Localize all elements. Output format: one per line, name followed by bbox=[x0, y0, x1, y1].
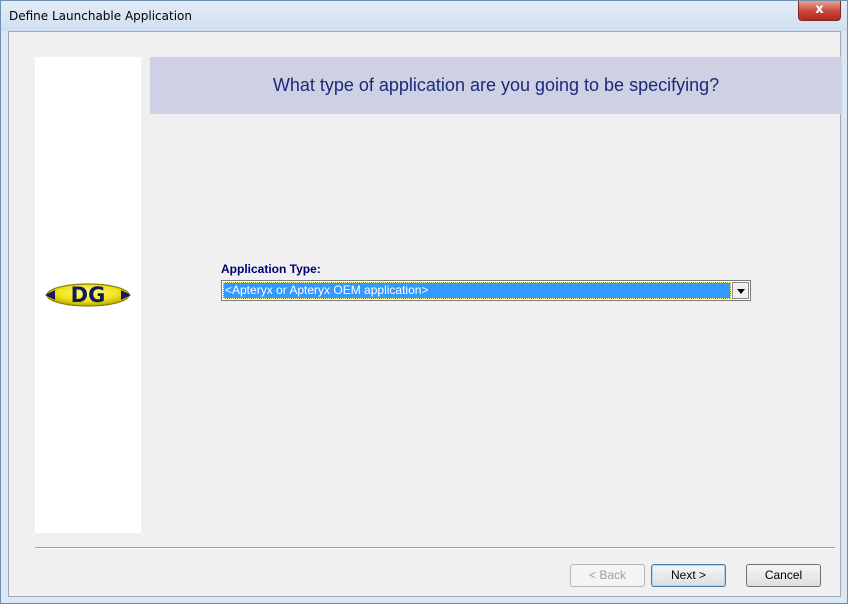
close-icon: x bbox=[815, 2, 824, 17]
back-button[interactable]: < Back bbox=[570, 564, 645, 587]
application-type-selected-value[interactable]: <Apteryx or Apteryx OEM application> bbox=[223, 282, 731, 299]
wizard-side-panel: DG bbox=[35, 57, 141, 533]
window-title: Define Launchable Application bbox=[9, 9, 192, 23]
next-button[interactable]: Next > bbox=[651, 564, 726, 587]
close-button[interactable]: x bbox=[798, 1, 841, 21]
wizard-question: What type of application are you going t… bbox=[272, 75, 720, 95]
title-bar[interactable]: Define Launchable Application x bbox=[1, 1, 847, 31]
wizard-header: What type of application are you going t… bbox=[150, 57, 842, 114]
chevron-down-icon[interactable] bbox=[732, 282, 749, 299]
back-button-label: < Back bbox=[588, 568, 627, 582]
cancel-button[interactable]: Cancel bbox=[746, 564, 821, 587]
dialog-client-area: DG What type of application are you goin… bbox=[8, 31, 842, 597]
dg-logo-icon: DG bbox=[39, 275, 137, 320]
logo-text: DG bbox=[71, 283, 106, 307]
application-type-label: Application Type: bbox=[221, 262, 321, 276]
dialog-window: Define Launchable Application x DG What … bbox=[0, 0, 848, 604]
next-button-label: Next > bbox=[670, 568, 706, 582]
cancel-button-label: Cancel bbox=[764, 568, 803, 582]
button-separator bbox=[35, 547, 835, 549]
application-type-select[interactable]: <Apteryx or Apteryx OEM application> bbox=[221, 280, 751, 301]
